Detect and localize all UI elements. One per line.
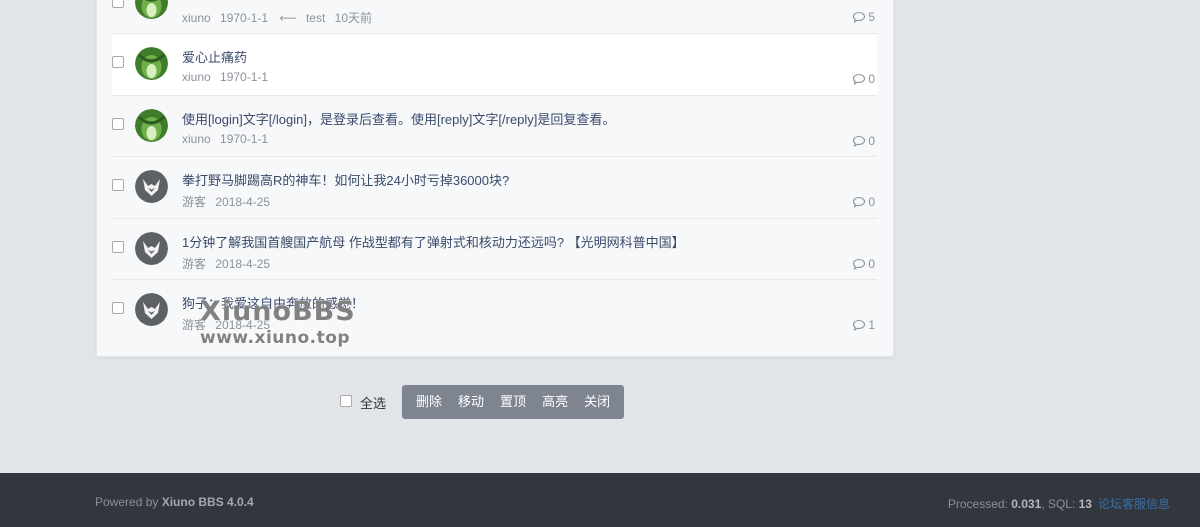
comment-icon xyxy=(853,135,866,147)
reply-count-value: 5 xyxy=(868,10,875,24)
comment-icon xyxy=(853,319,866,331)
avatar[interactable] xyxy=(135,108,168,142)
last-reply-time: 10天前 xyxy=(334,11,373,25)
avatar[interactable] xyxy=(135,47,168,80)
thread-date: 2018-4-25 xyxy=(215,318,271,332)
reply-count: 0 xyxy=(852,134,875,148)
powered-name: Xiuno BBS 4.0.4 xyxy=(161,495,254,509)
thread-checkbox[interactable] xyxy=(112,56,124,68)
powered-prefix: Powered by xyxy=(95,495,162,509)
reply-count-value: 0 xyxy=(868,195,875,209)
thread-author[interactable]: 游客 xyxy=(182,318,206,332)
thread-author[interactable]: 游客 xyxy=(182,195,206,209)
select-all[interactable]: 全选 xyxy=(340,393,386,412)
thread-list-card: xiuno 1970-1-1 ⟵ test 10天前 5 爱心止痛药 xiuno… xyxy=(96,0,894,357)
delete-button[interactable]: 删除 xyxy=(410,385,448,419)
avatar[interactable] xyxy=(135,170,168,203)
processed-label: Processed: xyxy=(947,497,1012,511)
footer-stats: Processed: 0.031, SQL: 13 论坛客服信息 xyxy=(948,495,1170,512)
reply-count: 0 xyxy=(852,72,875,86)
thread-meta: 游客 2018-4-25 xyxy=(182,193,276,210)
thread-checkbox[interactable] xyxy=(112,0,124,8)
close-thread-button[interactable]: 关闭 xyxy=(578,385,616,419)
thread-date: 1970-1-1 xyxy=(220,131,269,146)
thread-title[interactable]: 狗子：我爱这自由奔放的感觉！ xyxy=(182,293,364,312)
sticky-button[interactable]: 置顶 xyxy=(494,385,532,419)
comment-icon xyxy=(853,258,866,270)
avatar[interactable] xyxy=(135,0,168,19)
reply-count-value: 0 xyxy=(868,72,875,86)
thread-meta: xiuno 1970-1-1 ⟵ test 10天前 xyxy=(182,9,378,26)
select-all-label[interactable]: 全选 xyxy=(360,393,386,412)
thread-meta: xiuno 1970-1-1 xyxy=(182,70,274,84)
avatar[interactable] xyxy=(135,293,168,326)
sql-label: , SQL: xyxy=(1041,497,1079,511)
thread-author[interactable]: 游客 xyxy=(182,257,206,271)
thread-meta: xiuno 1970-1-1 xyxy=(182,132,274,146)
thread-meta: 游客 2018-4-25 xyxy=(182,316,276,333)
reply-count: 0 xyxy=(852,257,875,271)
thread-title[interactable]: 使用[login]文字[/login]，是登录后查看。使用[reply]文字[/… xyxy=(182,109,615,128)
select-all-checkbox[interactable] xyxy=(340,395,352,407)
footer: Powered by Xiuno BBS 4.0.4 Processed: 0.… xyxy=(0,473,1200,527)
moderation-button-group: 删除 移动 置顶 高亮 关闭 xyxy=(402,385,625,419)
thread-row[interactable]: xiuno 1970-1-1 ⟵ test 10天前 5 xyxy=(112,0,877,34)
thread-row[interactable]: 使用[login]文字[/login]，是登录后查看。使用[reply]文字[/… xyxy=(112,96,877,157)
thread-title[interactable]: 拳打野马脚踢高R的神车！如何让我24小时亏掉36000块? xyxy=(182,170,509,189)
thread-title[interactable]: 1分钟了解我国首艘国产航母 作战型都有了弹射式和核动力还远吗? 【光明网科普中国… xyxy=(182,232,685,251)
thread-list: xiuno 1970-1-1 ⟵ test 10天前 5 爱心止痛药 xiuno… xyxy=(112,0,877,342)
moderation-bar: 全选 删除 移动 置顶 高亮 关闭 xyxy=(340,385,625,419)
thread-author[interactable]: xiuno xyxy=(182,11,211,25)
highlight-button[interactable]: 高亮 xyxy=(536,385,574,419)
thread-date: 2018-4-25 xyxy=(215,256,271,271)
thread-row[interactable]: 爱心止痛药 xiuno 1970-1-1 0 xyxy=(112,34,877,96)
thread-checkbox[interactable] xyxy=(112,179,124,191)
reply-count: 5 xyxy=(852,10,875,24)
processed-value: 0.031 xyxy=(1011,497,1042,511)
thread-date: 1970-1-1 xyxy=(220,70,269,84)
thread-author[interactable]: xiuno xyxy=(182,70,211,84)
footer-link[interactable]: 论坛客服信息 xyxy=(1098,497,1170,511)
footer-powered-by: Powered by Xiuno BBS 4.0.4 xyxy=(95,495,254,509)
avatar[interactable] xyxy=(135,231,168,265)
thread-row[interactable]: 拳打野马脚踢高R的神车！如何让我24小时亏掉36000块? 游客 2018-4-… xyxy=(112,157,877,219)
reply-count: 0 xyxy=(852,195,875,209)
thread-row[interactable]: 狗子：我爱这自由奔放的感觉！ 游客 2018-4-25 1 xyxy=(112,280,877,342)
comment-icon xyxy=(853,73,866,85)
comment-icon xyxy=(853,11,866,23)
thread-row[interactable]: 1分钟了解我国首艘国产航母 作战型都有了弹射式和核动力还远吗? 【光明网科普中国… xyxy=(112,219,877,280)
thread-checkbox[interactable] xyxy=(112,240,124,253)
last-reply-arrow-icon: ⟵ xyxy=(279,11,297,25)
thread-title[interactable]: 爱心止痛药 xyxy=(182,47,247,66)
thread-author[interactable]: xiuno xyxy=(182,132,211,146)
thread-meta: 游客 2018-4-25 xyxy=(182,255,276,272)
reply-count-value: 0 xyxy=(868,256,875,271)
comment-icon xyxy=(853,196,866,208)
thread-date: 1970-1-1 xyxy=(220,11,269,25)
last-reply-user[interactable]: test xyxy=(306,11,325,25)
move-button[interactable]: 移动 xyxy=(452,385,490,419)
thread-date: 2018-4-25 xyxy=(215,195,271,209)
reply-count-value: 0 xyxy=(868,133,875,148)
reply-count-value: 1 xyxy=(868,318,875,332)
thread-checkbox[interactable] xyxy=(112,302,124,314)
thread-checkbox[interactable] xyxy=(112,117,124,130)
reply-count: 1 xyxy=(852,318,875,332)
sql-value: 13 xyxy=(1078,497,1092,511)
